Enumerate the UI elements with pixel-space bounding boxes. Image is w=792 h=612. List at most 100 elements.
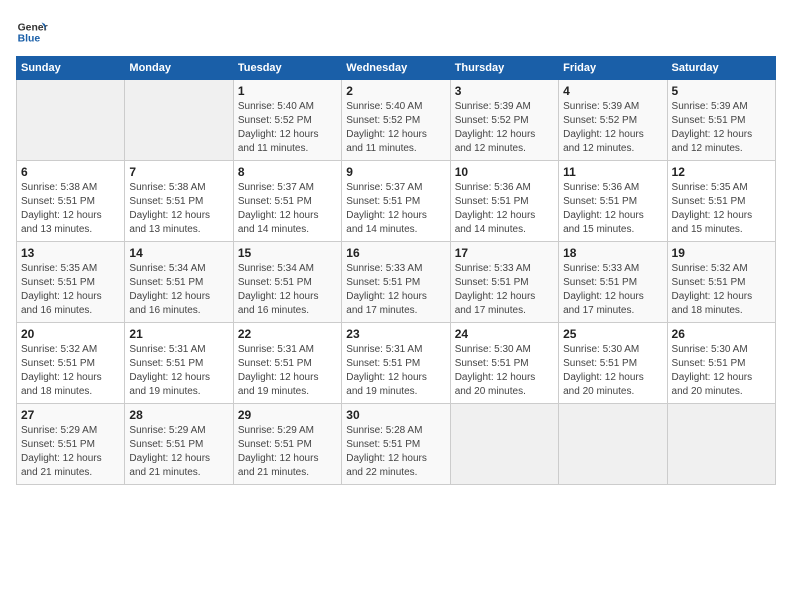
day-info: Sunrise: 5:36 AM Sunset: 5:51 PM Dayligh…: [563, 181, 662, 237]
day-info: Sunrise: 5:32 AM Sunset: 5:51 PM Dayligh…: [21, 343, 120, 399]
calendar-day-cell: 3 Sunrise: 5:39 AM Sunset: 5:52 PM Daylig…: [450, 80, 558, 161]
calendar-day-cell: 25 Sunrise: 5:30 AM Sunset: 5:51 PM Dayli…: [559, 323, 667, 404]
logo-icon: General Blue: [16, 16, 48, 48]
calendar-day-cell: 8 Sunrise: 5:37 AM Sunset: 5:51 PM Daylig…: [233, 161, 341, 242]
day-info: Sunrise: 5:33 AM Sunset: 5:51 PM Dayligh…: [563, 262, 662, 318]
day-number: 21: [129, 327, 228, 341]
calendar-day-cell: 5Sunrise: 5:39 AM Sunset: 5:51 PM Daylig…: [667, 80, 775, 161]
day-info: Sunrise: 5:30 AM Sunset: 5:51 PM Dayligh…: [672, 343, 771, 399]
day-number: 16: [346, 246, 445, 260]
day-info: Sunrise: 5:37 AM Sunset: 5:51 PM Dayligh…: [346, 181, 445, 237]
day-number: 18: [563, 246, 662, 260]
calendar-day-cell: 6 Sunrise: 5:38 AM Sunset: 5:51 PM Daylig…: [17, 161, 125, 242]
day-info: Sunrise: 5:28 AM Sunset: 5:51 PM Dayligh…: [346, 424, 445, 480]
svg-text:Blue: Blue: [18, 34, 41, 45]
calendar-week-row: 6 Sunrise: 5:38 AM Sunset: 5:51 PM Daylig…: [17, 161, 776, 242]
day-of-week-header: Thursday: [450, 57, 558, 80]
day-number: 24: [455, 327, 554, 341]
day-info: Sunrise: 5:33 AM Sunset: 5:51 PM Dayligh…: [346, 262, 445, 318]
calendar-day-cell: 2 Sunrise: 5:40 AM Sunset: 5:52 PM Daylig…: [342, 80, 450, 161]
day-info: Sunrise: 5:34 AM Sunset: 5:51 PM Dayligh…: [238, 262, 337, 318]
calendar-day-cell: [559, 404, 667, 485]
day-info: Sunrise: 5:38 AM Sunset: 5:51 PM Dayligh…: [129, 181, 228, 237]
day-of-week-header: Friday: [559, 57, 667, 80]
day-number: 23: [346, 327, 445, 341]
calendar-day-cell: 12 Sunrise: 5:35 AM Sunset: 5:51 PM Dayli…: [667, 161, 775, 242]
day-number: 25: [563, 327, 662, 341]
calendar-day-cell: 10 Sunrise: 5:36 AM Sunset: 5:51 PM Dayli…: [450, 161, 558, 242]
calendar-day-cell: 17 Sunrise: 5:33 AM Sunset: 5:51 PM Dayli…: [450, 242, 558, 323]
day-number: 22: [238, 327, 337, 341]
calendar-day-cell: 18 Sunrise: 5:33 AM Sunset: 5:51 PM Dayli…: [559, 242, 667, 323]
day-number: 1: [238, 84, 337, 98]
day-number: 8: [238, 165, 337, 179]
day-number: 30: [346, 408, 445, 422]
day-info: Sunrise: 5:36 AM Sunset: 5:51 PM Dayligh…: [455, 181, 554, 237]
calendar-day-cell: [667, 404, 775, 485]
calendar-day-cell: 24Sunrise: 5:30 AM Sunset: 5:51 PM Dayli…: [450, 323, 558, 404]
day-info: Sunrise: 5:30 AM Sunset: 5:51 PM Dayligh…: [563, 343, 662, 399]
day-of-week-header: Wednesday: [342, 57, 450, 80]
day-number: 11: [563, 165, 662, 179]
calendar-day-cell: 7 Sunrise: 5:38 AM Sunset: 5:51 PM Daylig…: [125, 161, 233, 242]
calendar-day-cell: 13 Sunrise: 5:35 AM Sunset: 5:51 PM Dayli…: [17, 242, 125, 323]
calendar-day-cell: 22 Sunrise: 5:31 AM Sunset: 5:51 PM Dayli…: [233, 323, 341, 404]
calendar-week-row: 1 Sunrise: 5:40 AM Sunset: 5:52 PM Daylig…: [17, 80, 776, 161]
calendar-day-cell: 1Sunrise: 5:40 AM Sunset: 5:52 PM Daylig…: [233, 80, 341, 161]
day-info: Sunrise: 5:39 AM Sunset: 5:52 PM Dayligh…: [455, 100, 554, 156]
day-info: Sunrise: 5:33 AM Sunset: 5:51 PM Dayligh…: [455, 262, 554, 318]
day-number: 5: [672, 84, 771, 98]
day-number: 2: [346, 84, 445, 98]
day-info: Sunrise: 5:35 AM Sunset: 5:51 PM Dayligh…: [672, 181, 771, 237]
day-of-week-header: Sunday: [17, 57, 125, 80]
day-info: Sunrise: 5:31 AM Sunset: 5:51 PM Dayligh…: [346, 343, 445, 399]
calendar-day-cell: 30 Sunrise: 5:28 AM Sunset: 5:51 PM Dayli…: [342, 404, 450, 485]
calendar-day-cell: 23 Sunrise: 5:31 AM Sunset: 5:51 PM Dayli…: [342, 323, 450, 404]
calendar-day-cell: [17, 80, 125, 161]
calendar-day-cell: 29Sunrise: 5:29 AM Sunset: 5:51 PM Dayli…: [233, 404, 341, 485]
day-info: Sunrise: 5:32 AM Sunset: 5:51 PM Dayligh…: [672, 262, 771, 318]
day-of-week-header: Saturday: [667, 57, 775, 80]
calendar-day-cell: [125, 80, 233, 161]
day-number: 6: [21, 165, 120, 179]
calendar-day-cell: 4 Sunrise: 5:39 AM Sunset: 5:52 PM Daylig…: [559, 80, 667, 161]
day-info: Sunrise: 5:35 AM Sunset: 5:51 PM Dayligh…: [21, 262, 120, 318]
logo: General Blue: [16, 16, 48, 48]
day-number: 10: [455, 165, 554, 179]
day-info: Sunrise: 5:31 AM Sunset: 5:51 PM Dayligh…: [238, 343, 337, 399]
day-info: Sunrise: 5:31 AM Sunset: 5:51 PM Dayligh…: [129, 343, 228, 399]
calendar-day-cell: 21 Sunrise: 5:31 AM Sunset: 5:51 PM Dayli…: [125, 323, 233, 404]
calendar-day-cell: 14Sunrise: 5:34 AM Sunset: 5:51 PM Dayli…: [125, 242, 233, 323]
day-number: 15: [238, 246, 337, 260]
calendar-day-cell: 26 Sunrise: 5:30 AM Sunset: 5:51 PM Dayli…: [667, 323, 775, 404]
day-info: Sunrise: 5:29 AM Sunset: 5:51 PM Dayligh…: [129, 424, 228, 480]
day-number: 9: [346, 165, 445, 179]
day-info: Sunrise: 5:37 AM Sunset: 5:51 PM Dayligh…: [238, 181, 337, 237]
calendar-day-cell: 19 Sunrise: 5:32 AM Sunset: 5:51 PM Dayli…: [667, 242, 775, 323]
day-number: 12: [672, 165, 771, 179]
day-number: 3: [455, 84, 554, 98]
calendar-day-cell: 9 Sunrise: 5:37 AM Sunset: 5:51 PM Daylig…: [342, 161, 450, 242]
day-info: Sunrise: 5:38 AM Sunset: 5:51 PM Dayligh…: [21, 181, 120, 237]
day-number: 26: [672, 327, 771, 341]
calendar-week-row: 27 Sunrise: 5:29 AM Sunset: 5:51 PM Dayli…: [17, 404, 776, 485]
calendar-day-cell: 11 Sunrise: 5:36 AM Sunset: 5:51 PM Dayli…: [559, 161, 667, 242]
calendar-day-cell: 20 Sunrise: 5:32 AM Sunset: 5:51 PM Dayli…: [17, 323, 125, 404]
day-info: Sunrise: 5:40 AM Sunset: 5:52 PM Dayligh…: [346, 100, 445, 156]
day-info: Sunrise: 5:29 AM Sunset: 5:51 PM Dayligh…: [21, 424, 120, 480]
day-number: 7: [129, 165, 228, 179]
calendar-day-cell: 15 Sunrise: 5:34 AM Sunset: 5:51 PM Dayli…: [233, 242, 341, 323]
header: General Blue: [16, 16, 776, 48]
day-number: 20: [21, 327, 120, 341]
calendar-day-cell: 16 Sunrise: 5:33 AM Sunset: 5:51 PM Dayli…: [342, 242, 450, 323]
day-number: 4: [563, 84, 662, 98]
day-number: 19: [672, 246, 771, 260]
calendar-week-row: 20 Sunrise: 5:32 AM Sunset: 5:51 PM Dayli…: [17, 323, 776, 404]
calendar: SundayMondayTuesdayWednesdayThursdayFrid…: [16, 56, 776, 485]
day-info: Sunrise: 5:39 AM Sunset: 5:52 PM Dayligh…: [563, 100, 662, 156]
day-number: 27: [21, 408, 120, 422]
day-of-week-header: Tuesday: [233, 57, 341, 80]
day-number: 13: [21, 246, 120, 260]
day-info: Sunrise: 5:29 AM Sunset: 5:51 PM Dayligh…: [238, 424, 337, 480]
day-number: 17: [455, 246, 554, 260]
